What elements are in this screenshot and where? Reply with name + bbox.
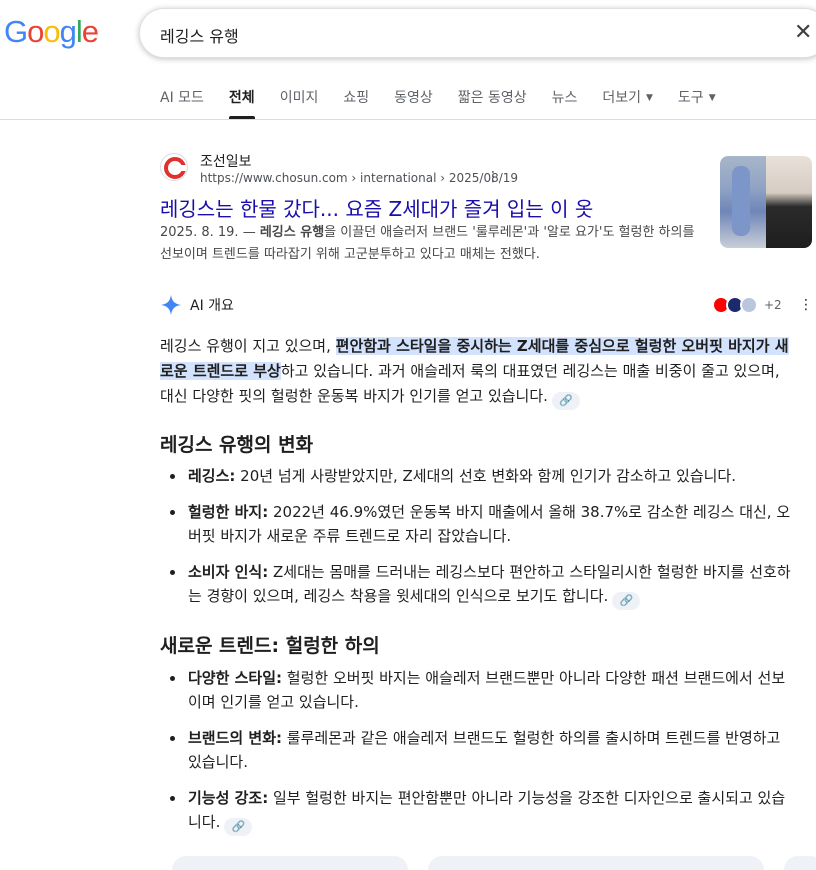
tab-label: 전체 [228,90,255,106]
list-item-bold: 다양한 스타일: [188,669,283,687]
section-heading: 새로운 트렌드: 헐렁한 하의 [160,635,380,657]
chosun-logo-icon [164,157,186,179]
caret-down-icon: ▼ [646,93,653,103]
list-item: 다양한 스타일: 헐렁한 오버핏 바지는 애슬레저 브랜드뿐만 아니라 다양한 … [170,666,792,714]
tab-ai-mode[interactable]: AI 모드 [160,87,204,116]
snippet-date: 2025. 8. 19. — [160,225,260,240]
tab-label: 도구 [677,90,704,106]
list-item-bold: 브랜드의 변화: [188,729,283,747]
site-name[interactable]: 조선일보 [200,151,252,171]
site-url[interactable]: https://www.chosun.com › international ›… [200,171,518,185]
sources-count: +2 [764,298,782,312]
close-icon[interactable]: ✕ [794,20,812,45]
list-item: 레깅스: 20년 넘게 사랑받았지만, Z세대의 선호 변화와 함께 인기가 감… [170,464,792,488]
list-item: 소비자 인식: Z세대는 몸매를 드러내는 레깅스보다 편안하고 스타일리시한 … [170,560,792,610]
ai-sources[interactable]: +2 [712,296,782,314]
result-title-link[interactable]: 레깅스는 한물 갔다... 요즘 Z세대가 즐겨 입는 이 옷 [160,193,593,222]
tab-all[interactable]: 전체 [228,87,255,119]
tab-label: 동영상 [394,90,433,106]
tab-shopping[interactable]: 쇼핑 [343,87,369,116]
list-item: 브랜드의 변화: 룰루레몬과 같은 애슬레저 브랜드도 헐렁한 하의를 출시하며… [170,726,792,774]
list-item: 기능성 강조: 일부 헐렁한 바지는 편안함뿐만 아니라 기능성을 강조한 디자… [170,786,792,836]
intro-text: 레깅스 유행이 지고 있으며, [160,337,336,355]
list-item-text: Z세대는 몸매를 드러내는 레깅스보다 편안하고 스타일리시한 헐렁한 바지를 … [188,563,791,605]
logo-letter: o [27,14,44,49]
ai-overview-label: AI 개요 [190,298,234,314]
search-tabs: AI 모드 전체 이미지 쇼핑 동영상 짧은 동영상 뉴스 더보기 ▼ 도구 ▼ [160,87,741,119]
section-heading: 레깅스 유행의 변화 [160,434,314,456]
bullet-list: 레깅스: 20년 넘게 사랑받았지만, Z세대의 선호 변화와 함께 인기가 감… [170,464,792,622]
tab-tools[interactable]: 도구 ▼ [678,87,716,116]
list-item-text: 2022년 46.9%였던 운동복 바지 매출에서 올해 38.7%로 감소한 … [188,503,791,545]
tab-label: 짧은 동영상 [457,90,527,106]
logo-letter: G [4,14,28,49]
tab-news[interactable]: 뉴스 [552,87,578,116]
source-avatar-icon [740,296,758,314]
gemini-sparkle-icon [160,294,182,316]
caret-down-icon: ▼ [708,93,716,103]
link-icon[interactable]: 🔗 [551,392,580,410]
tab-label: 이미지 [279,90,319,106]
tab-label: 뉴스 [551,90,578,106]
search-box[interactable]: 레깅스 유행 ✕ [139,8,816,58]
snippet-bold: 레깅스 유행 [259,225,325,240]
tab-more[interactable]: 더보기 ▼ [602,87,653,116]
result-thumbnail[interactable] [720,156,812,248]
list-item-bold: 기능성 강조: [188,789,269,807]
source-card[interactable] [784,856,816,870]
list-item-text: 일부 헐렁한 바지는 편안함뿐만 아니라 기능성을 강조한 디자인으로 출시되고… [188,789,786,831]
more-vert-icon[interactable]: ⋮ [486,169,500,185]
site-favicon[interactable] [160,153,188,181]
logo-letter: e [81,14,99,49]
more-vert-icon[interactable]: ⋮ [799,297,813,313]
tab-videos[interactable]: 동영상 [394,87,433,116]
list-item-bold: 레깅스: [188,467,236,485]
bullet-list: 다양한 스타일: 헐렁한 오버핏 바지는 애슬레저 브랜드뿐만 아니라 다양한 … [170,666,792,848]
result-snippet: 2025. 8. 19. — 레깅스 유행을 이끌던 애슬러저 브랜드 '룰루레… [160,222,700,266]
thumbnail-image-right [766,156,812,248]
link-icon[interactable]: 🔗 [612,592,641,610]
logo-letter: g [59,14,77,49]
tab-label: 쇼핑 [343,90,370,106]
thumbnail-image-left [720,156,766,248]
ai-overview-header: AI 개요 [160,294,234,316]
list-item: 헐렁한 바지: 2022년 46.9%였던 운동복 바지 매출에서 올해 38.… [170,500,792,548]
source-card[interactable] [172,856,408,870]
link-icon[interactable]: 🔗 [224,818,253,836]
ai-overview-intro: 레깅스 유행이 지고 있으며, 편안함과 스타일을 중시하는 Z세대를 중심으로… [160,334,790,410]
source-cards [172,856,816,870]
google-logo[interactable]: Google [4,14,99,50]
header-divider [0,119,816,120]
tab-short-videos[interactable]: 짧은 동영상 [458,87,527,116]
list-item-bold: 헐렁한 바지: [188,503,269,521]
logo-letter: o [43,14,60,49]
search-input[interactable]: 레깅스 유행 [160,23,239,47]
list-item-text: 20년 넘게 사랑받았지만, Z세대의 선호 변화와 함께 인기가 감소하고 있… [235,467,736,485]
list-item-bold: 소비자 인식: [188,563,269,581]
tab-images[interactable]: 이미지 [280,87,319,116]
tab-label: 더보기 [602,90,641,106]
source-card[interactable] [428,856,764,870]
tab-label: AI 모드 [160,90,204,106]
